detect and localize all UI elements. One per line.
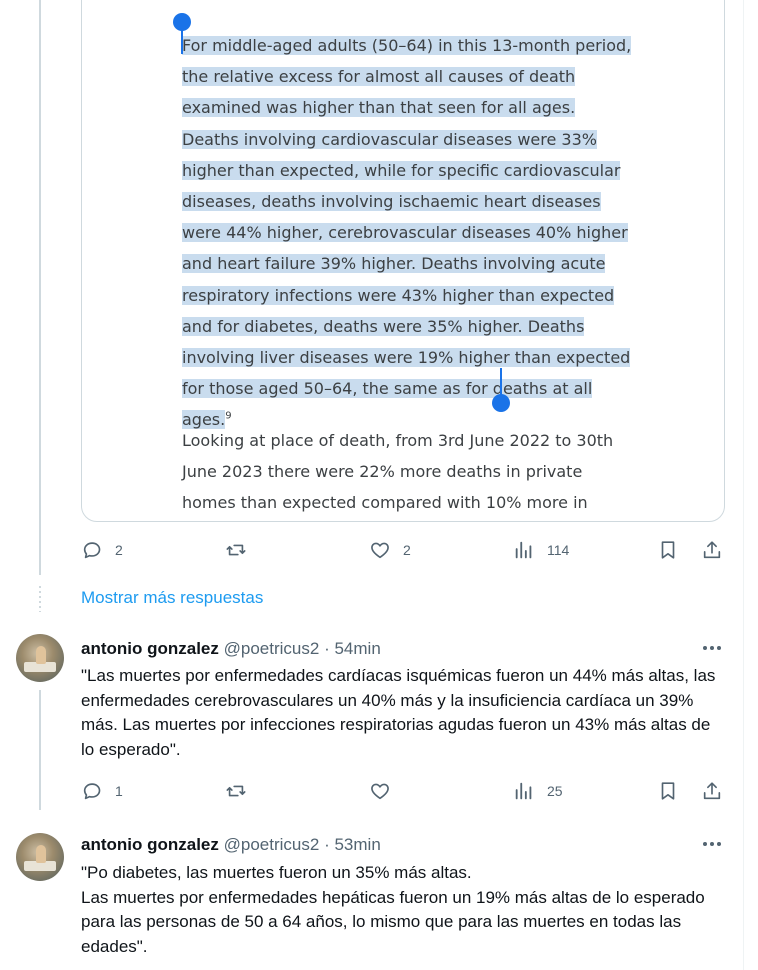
reply-icon — [83, 542, 101, 559]
view-count: 114 — [547, 542, 570, 558]
separator: · — [324, 835, 330, 854]
views-button[interactable]: 114 — [513, 536, 569, 564]
reply-count: 1 — [115, 783, 123, 799]
reply-text: "Las muertes por enfermedades cardíacas … — [81, 666, 716, 759]
column-border — [743, 0, 744, 970]
reply-text: "Po diabetes, las muertes fueron un 35% … — [81, 863, 705, 956]
show-more-replies-link[interactable]: Mostrar más respuestas — [81, 588, 263, 608]
selection-end-handle[interactable] — [492, 394, 510, 412]
author-name[interactable]: antonio gonzalez — [81, 835, 219, 854]
bookmark-icon — [661, 782, 675, 800]
author-name[interactable]: antonio gonzalez — [81, 639, 219, 658]
reply-header: antonio gonzalez @poetricus2 · 54min — [81, 639, 381, 659]
article-paragraph: Looking at place of death, from 3rd June… — [182, 431, 614, 513]
views-button[interactable]: 25 — [513, 777, 563, 805]
timestamp[interactable]: 54min — [334, 639, 380, 658]
bookmark-button[interactable] — [657, 777, 679, 805]
repost-button[interactable] — [225, 536, 247, 564]
reply-button[interactable]: 1 — [81, 777, 123, 805]
timestamp[interactable]: 53min — [334, 835, 380, 854]
author-handle[interactable]: @poetricus2 — [224, 835, 320, 854]
views-icon — [515, 541, 532, 559]
more-options-icon[interactable] — [700, 834, 724, 854]
thread-dots — [39, 586, 41, 612]
view-count: 25 — [547, 783, 563, 799]
author-handle[interactable]: @poetricus2 — [224, 639, 320, 658]
repost-button[interactable] — [225, 777, 247, 805]
like-button[interactable] — [369, 777, 391, 805]
avatar[interactable] — [16, 634, 64, 682]
separator: · — [324, 639, 330, 658]
article-paragraph: For middle-aged adults (50–64) in this 1… — [182, 30, 632, 436]
selected-text: For middle-aged adults (50–64) in this 1… — [182, 36, 632, 430]
share-button[interactable] — [701, 777, 723, 805]
repost-icon — [226, 544, 246, 556]
heart-icon — [371, 783, 389, 800]
selection-start-handle[interactable] — [173, 13, 191, 31]
quoted-article-card[interactable]: For middle-aged adults (50–64) in this 1… — [81, 0, 725, 522]
like-button[interactable]: 2 — [369, 536, 411, 564]
reply-button[interactable]: 2 — [81, 536, 123, 564]
share-icon — [703, 782, 721, 800]
footnote-ref[interactable]: 9 — [225, 411, 231, 422]
thread-line — [39, 0, 41, 575]
bookmark-icon — [661, 541, 675, 559]
share-icon — [703, 541, 721, 559]
share-button[interactable] — [701, 536, 723, 564]
bookmark-button[interactable] — [657, 536, 679, 564]
repost-icon — [226, 785, 246, 797]
heart-icon — [371, 542, 389, 559]
like-count: 2 — [403, 542, 411, 558]
reply-icon — [83, 783, 101, 800]
more-options-icon[interactable] — [700, 638, 724, 658]
reply-header: antonio gonzalez @poetricus2 · 53min — [81, 835, 381, 855]
thread-line — [39, 690, 41, 810]
reply-count: 2 — [115, 542, 123, 558]
tweet-actions: 2 2 114 — [81, 536, 731, 564]
tweet-actions: 1 25 — [81, 777, 731, 805]
avatar[interactable] — [16, 833, 64, 881]
views-icon — [515, 782, 532, 800]
